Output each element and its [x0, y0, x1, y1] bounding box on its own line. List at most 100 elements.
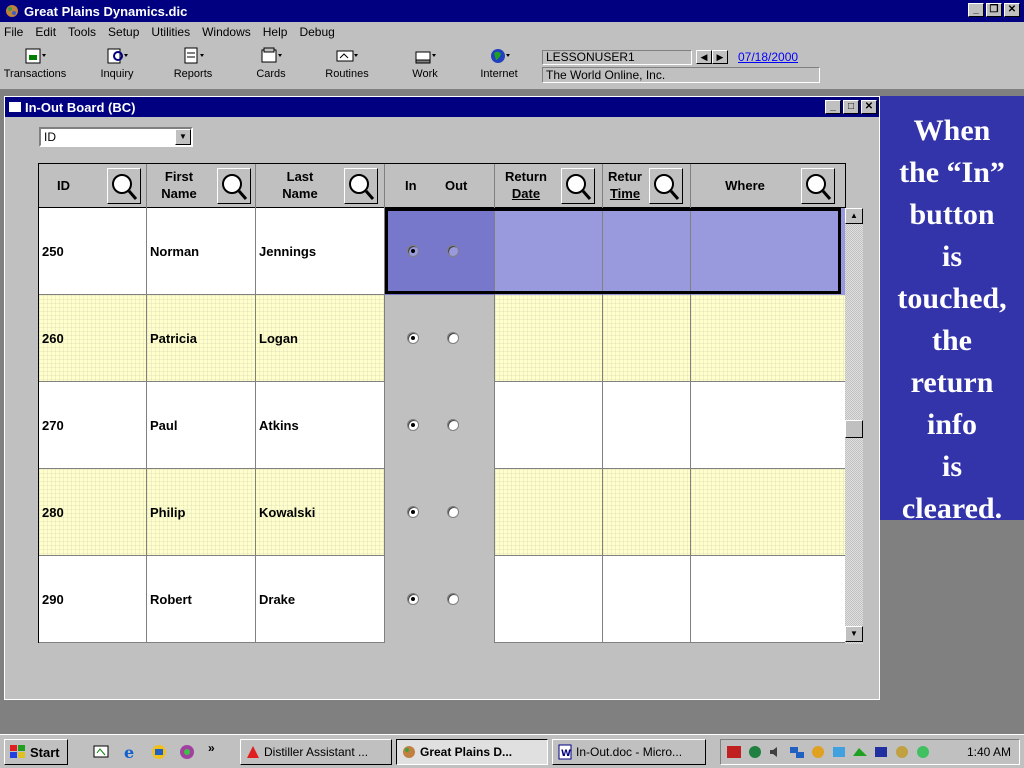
task-great-plains[interactable]: Great Plains D... [396, 739, 548, 765]
menu-edit[interactable]: Edit [35, 25, 56, 39]
tray-icon[interactable] [830, 744, 848, 760]
menu-help[interactable]: Help [263, 25, 288, 39]
tray-icon[interactable] [893, 744, 911, 760]
cell-return-date[interactable] [495, 469, 603, 556]
menu-debug[interactable]: Debug [299, 25, 334, 39]
scroll-up-icon[interactable]: ▲ [845, 208, 863, 224]
in-radio[interactable] [407, 332, 419, 344]
out-radio[interactable] [447, 332, 459, 344]
work-icon [415, 51, 436, 64]
table-row[interactable]: 290 Robert Drake [39, 556, 845, 643]
cell-return-date[interactable] [495, 295, 603, 382]
in-radio[interactable] [407, 419, 419, 431]
next-arrow-icon[interactable]: ▶ [712, 50, 728, 64]
column-where: Where [691, 164, 845, 208]
cell-where[interactable] [691, 382, 845, 469]
table-row[interactable]: 260 Patricia Logan [39, 295, 845, 382]
toolbar-routines[interactable]: Routines [314, 46, 380, 80]
toolbar-internet[interactable]: Internet [466, 46, 532, 80]
cell-in-out [385, 556, 495, 643]
internet-globe-icon [491, 49, 510, 63]
clock[interactable]: 1:40 AM [967, 745, 1011, 759]
outlook-icon[interactable] [150, 743, 168, 761]
magnifier-icon [112, 174, 138, 200]
toolbar-cards[interactable]: Cards [238, 46, 304, 80]
sort-by-select[interactable]: ID ▼ [39, 127, 193, 147]
cell-return-time[interactable] [603, 469, 691, 556]
scroll-down-icon[interactable]: ▼ [845, 626, 863, 642]
menu-windows[interactable]: Windows [202, 25, 251, 39]
tray-icon[interactable] [809, 744, 827, 760]
table-row[interactable]: 270 Paul Atkins [39, 382, 845, 469]
menu-file[interactable]: File [4, 25, 23, 39]
cell-return-time[interactable] [603, 556, 691, 643]
chevron-down-icon[interactable]: ▼ [175, 129, 191, 145]
task-distiller[interactable]: Distiller Assistant ... [240, 739, 392, 765]
cell-last-name: Jennings [256, 208, 385, 295]
cell-where[interactable] [691, 556, 845, 643]
cell-return-time[interactable] [603, 382, 691, 469]
lookup-id-button[interactable] [107, 168, 141, 204]
window-title-bar: In-Out Board (BC) _ □ ✕ [5, 97, 879, 117]
prev-arrow-icon[interactable]: ◀ [696, 50, 712, 64]
lookup-last-name-button[interactable] [344, 168, 378, 204]
out-radio[interactable] [447, 419, 459, 431]
annotation-callout: When the “In” button is touched, the ret… [880, 96, 1024, 525]
restore-button[interactable]: ❐ [986, 3, 1002, 17]
toolbar-inquiry[interactable]: Inquiry [84, 46, 150, 80]
window-minimize-button[interactable]: _ [825, 100, 841, 114]
lookup-where-button[interactable] [801, 168, 835, 204]
channels-icon[interactable] [178, 743, 196, 761]
start-button[interactable]: Start [4, 739, 68, 765]
tray-icon[interactable] [872, 744, 890, 760]
minimize-button[interactable]: _ [968, 3, 984, 17]
vertical-scrollbar[interactable]: ▲ ▼ [845, 208, 863, 644]
network-icon[interactable] [788, 744, 806, 760]
cell-where[interactable] [691, 469, 845, 556]
cell-where[interactable] [691, 295, 845, 382]
table-row[interactable]: 280 Philip Kowalski [39, 469, 845, 556]
volume-icon[interactable] [767, 744, 785, 760]
window-maximize-button[interactable]: □ [843, 100, 859, 114]
user-date-link[interactable]: 07/18/2000 [738, 50, 798, 64]
window-title: In-Out Board (BC) [25, 99, 136, 115]
lookup-first-name-button[interactable] [217, 168, 251, 204]
close-button[interactable]: ✕ [1004, 3, 1020, 17]
out-radio[interactable] [447, 593, 459, 605]
out-radio[interactable] [447, 506, 459, 518]
magnifier-icon [566, 174, 592, 200]
word-doc-icon: W [558, 744, 572, 760]
tray-icon[interactable] [851, 744, 869, 760]
tray-icon[interactable] [746, 744, 764, 760]
scroll-thumb[interactable] [845, 420, 863, 438]
toolbar-reports[interactable]: Reports [160, 46, 226, 80]
cell-return-date[interactable] [495, 382, 603, 469]
toolbar-transactions[interactable]: Transactions [2, 46, 68, 80]
more-quicklaunch-icon[interactable]: » [208, 741, 215, 755]
taskbar: Start e » Distiller Assistant ... Great … [0, 734, 1024, 768]
lookup-return-time-button[interactable] [649, 168, 683, 204]
menu-bar: File Edit Tools Setup Utilities Windows … [0, 22, 1024, 42]
in-out-board-window: In-Out Board (BC) _ □ ✕ ID ▼ ID First Nam… [4, 96, 880, 700]
tray-icon[interactable] [725, 744, 743, 760]
toolbar-work[interactable]: Work [392, 46, 458, 80]
lookup-return-date-button[interactable] [561, 168, 595, 204]
cell-id: 260 [39, 295, 147, 382]
window-close-button[interactable]: ✕ [861, 100, 877, 114]
menu-utilities[interactable]: Utilities [151, 25, 190, 39]
cell-return-date[interactable] [495, 556, 603, 643]
tray-icon[interactable] [914, 744, 932, 760]
task-word-document[interactable]: W In-Out.doc - Micro... [552, 739, 706, 765]
in-radio[interactable] [407, 506, 419, 518]
menu-setup[interactable]: Setup [108, 25, 139, 39]
desktop-icon[interactable] [92, 743, 110, 761]
internet-explorer-icon[interactable]: e [122, 743, 140, 761]
in-radio[interactable] [407, 593, 419, 605]
table-row[interactable]: 250 Norman Jennings [39, 208, 845, 295]
window-menu-icon[interactable] [9, 102, 21, 112]
grid-header: ID First Name Last Name In Out Return Da… [39, 164, 845, 208]
column-id: ID [39, 164, 147, 208]
magnifier-icon [654, 174, 680, 200]
cell-return-time[interactable] [603, 295, 691, 382]
menu-tools[interactable]: Tools [68, 25, 96, 39]
